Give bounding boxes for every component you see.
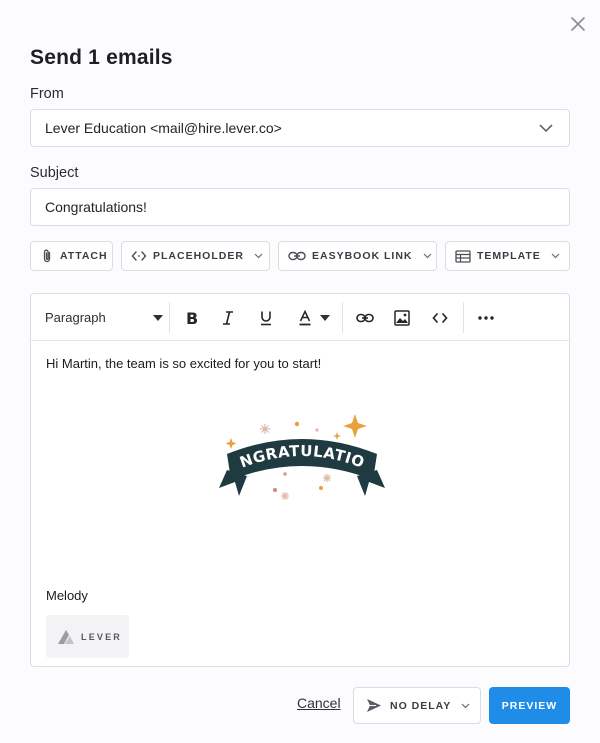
attach-button[interactable]: ATTACH: [30, 241, 113, 271]
code-icon: [432, 312, 448, 323]
from-value: Lever Education <mail@hire.lever.co>: [45, 120, 282, 136]
chevron-down-icon: [551, 253, 560, 259]
chevron-down-icon: [423, 253, 431, 259]
easybook-label: EASYBOOK LINK: [312, 250, 413, 262]
subject-label: Subject: [30, 165, 79, 181]
close-icon: [571, 17, 585, 31]
toolbar-divider: [463, 302, 464, 333]
more-options-button[interactable]: [473, 294, 499, 341]
from-label: From: [30, 86, 64, 102]
template-icon: [455, 249, 471, 263]
paragraph-style-value: Paragraph: [45, 310, 106, 325]
insert-image-button[interactable]: [389, 294, 415, 341]
code-button[interactable]: [427, 294, 453, 341]
svg-text:B: B: [186, 310, 198, 326]
bold-icon: B: [186, 310, 198, 326]
code-brackets-icon: [131, 251, 147, 261]
easybook-link-button[interactable]: EASYBOOK LINK: [278, 241, 437, 271]
more-horizontal-icon: [478, 315, 494, 320]
chevron-down-icon: [461, 703, 470, 708]
toolbar-divider: [169, 302, 170, 333]
italic-button[interactable]: [215, 294, 241, 341]
toolbar-divider: [342, 302, 343, 333]
close-button[interactable]: [568, 14, 588, 34]
italic-icon: [223, 310, 233, 325]
text-color-icon: [299, 309, 311, 325]
text-color-button[interactable]: [291, 294, 337, 341]
underline-icon: [261, 311, 271, 325]
caret-down-icon: [320, 314, 330, 321]
caret-down-icon: [153, 315, 163, 321]
insert-link-button[interactable]: [352, 294, 378, 341]
bold-button[interactable]: B: [179, 294, 205, 341]
paragraph-style-select[interactable]: Paragraph: [45, 294, 163, 341]
email-body-text: Hi Martin, the team is so excited for yo…: [46, 356, 322, 371]
template-label: TEMPLATE: [477, 250, 541, 262]
congratulations-image: CONGRATULATIONS: [217, 412, 385, 500]
dialog-title: Send 1 emails: [30, 46, 173, 69]
subject-value: Congratulations!: [45, 199, 147, 215]
link-icon: [356, 313, 374, 322]
signature-logo: LEVER: [46, 615, 129, 658]
delay-label: NO DELAY: [390, 699, 452, 712]
chevron-down-icon: [539, 124, 553, 133]
image-icon: [394, 309, 410, 326]
lever-logo-icon: [58, 629, 74, 644]
placeholder-button[interactable]: PLACEHOLDER: [121, 241, 270, 271]
preview-button[interactable]: PREVIEW: [489, 687, 570, 724]
paperclip-icon: [43, 249, 51, 263]
email-editor[interactable]: Paragraph B Hi Martin, the team is so ex…: [30, 293, 570, 667]
preview-label: PREVIEW: [501, 699, 558, 712]
delay-select[interactable]: NO DELAY: [353, 687, 481, 724]
underline-button[interactable]: [253, 294, 279, 341]
lever-wordmark: LEVER: [81, 631, 123, 642]
template-button[interactable]: TEMPLATE: [445, 241, 570, 271]
editor-toolbar: Paragraph B: [31, 294, 569, 341]
subject-input[interactable]: Congratulations!: [30, 188, 570, 226]
placeholder-label: PLACEHOLDER: [153, 250, 244, 262]
link-icon: [288, 251, 306, 261]
chevron-down-icon: [254, 253, 263, 259]
send-icon: [367, 699, 381, 712]
signature-name: Melody: [46, 588, 88, 603]
cancel-button[interactable]: Cancel: [297, 695, 341, 711]
attach-label: ATTACH: [60, 250, 108, 262]
from-select[interactable]: Lever Education <mail@hire.lever.co>: [30, 109, 570, 147]
